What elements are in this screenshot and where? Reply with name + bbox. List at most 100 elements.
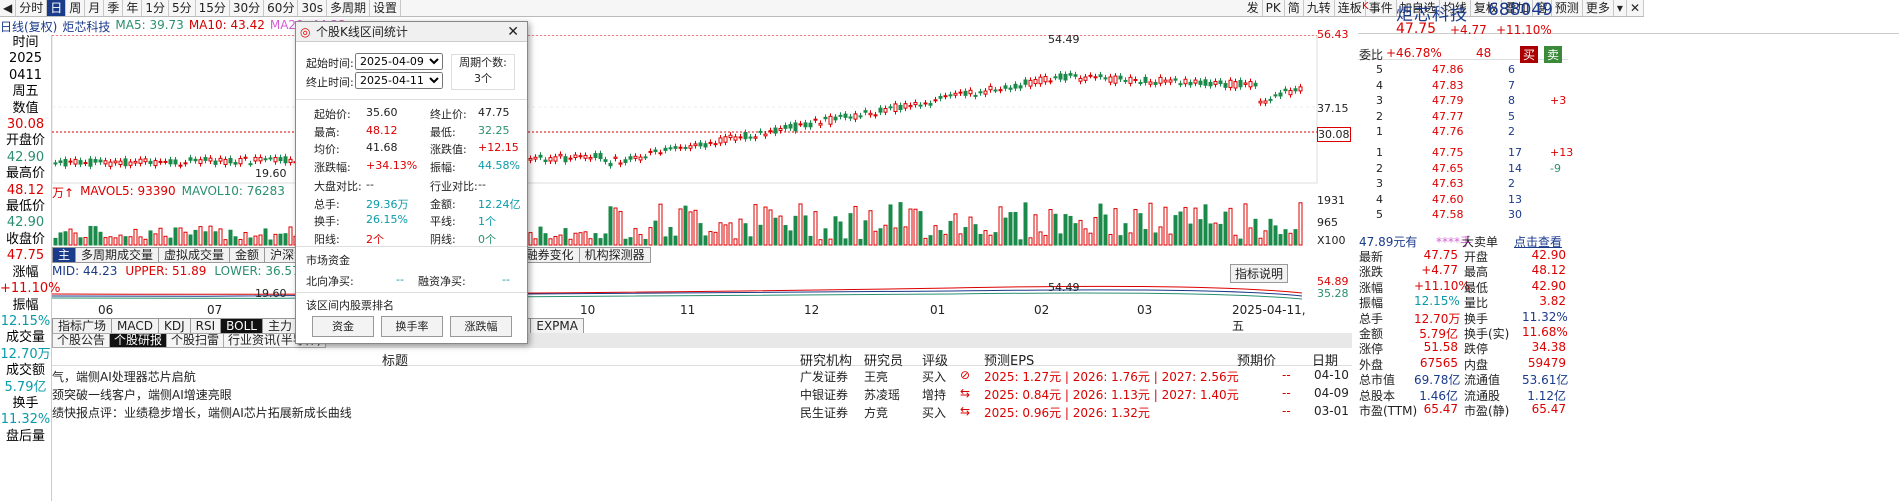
indicator-tab[interactable]: 主力 xyxy=(262,318,299,334)
volume-bar xyxy=(568,238,573,246)
indicator-tab[interactable]: EXPMA xyxy=(530,318,584,334)
chart-mode-label[interactable]: 日线(复权) xyxy=(0,18,57,34)
period-button[interactable]: 日 xyxy=(47,0,67,16)
volume-bar xyxy=(1278,234,1283,246)
volume-bar xyxy=(968,216,973,246)
volume-bar xyxy=(278,233,283,246)
back-icon[interactable]: ◀ xyxy=(0,0,17,16)
info-row: 数值 xyxy=(12,100,39,116)
ask-level[interactable]: 2 47.77 5 xyxy=(1358,110,1568,126)
candle xyxy=(658,152,663,155)
indicator-tab[interactable]: KDJ xyxy=(158,318,191,334)
period-button[interactable]: 15分 xyxy=(196,0,230,16)
candle xyxy=(778,128,783,131)
period-button[interactable]: 5分 xyxy=(169,0,196,16)
col-title: 标题 xyxy=(382,354,409,369)
candle xyxy=(708,141,713,144)
news-row[interactable]: ⇆ 颈突破一线客户，端侧AI增速亮眼 中银证券 苏凌瑶 增持 2025: 0.84元 | … xyxy=(52,386,1352,404)
quote-stat-cell: 59479 xyxy=(1527,355,1566,370)
period-button[interactable]: 月 xyxy=(85,0,105,16)
close-icon[interactable]: ✕ xyxy=(507,22,519,42)
volume-bar xyxy=(1093,217,1098,246)
ask-level[interactable]: 3 47.79 8 +3 xyxy=(1358,94,1568,110)
volume-bar xyxy=(648,227,653,246)
news-row[interactable]: ⊘ 气，端侧AI处理器芯片启航 广发证券 王亮 买入 2025: 1.27元 | 2026… xyxy=(52,368,1352,386)
indicator-tab[interactable]: RSI xyxy=(189,318,222,334)
ask-level[interactable]: 4 47.83 7 xyxy=(1358,79,1568,95)
tool-button[interactable]: 发 xyxy=(1244,0,1263,16)
rank-fund-button[interactable]: 资金 xyxy=(312,316,374,337)
volume-bar xyxy=(638,234,643,246)
volume-bar xyxy=(263,228,268,246)
quote-stat-cell: 34.38 xyxy=(1531,340,1566,355)
start-time-select[interactable]: 2025-04-09 xyxy=(355,53,443,70)
subchart-tab[interactable]: 虚拟成交量 xyxy=(158,247,231,263)
start-time-label: 起始时间: xyxy=(306,57,354,70)
period-button[interactable]: 1分 xyxy=(142,0,169,16)
period-button[interactable]: 分时 xyxy=(16,0,48,16)
volume-bar xyxy=(653,220,658,246)
volume-bar xyxy=(1103,214,1108,246)
volume-bar xyxy=(588,238,593,246)
volume-bar xyxy=(68,228,73,246)
volume-bar xyxy=(533,238,538,246)
indicator-tab[interactable]: MACD xyxy=(111,318,159,334)
candle xyxy=(148,160,153,164)
info-row: 5.79亿 xyxy=(4,379,47,395)
volume-bar xyxy=(1098,203,1103,246)
bid-level[interactable]: 3 47.63 2 xyxy=(1358,177,1568,193)
volume-bar xyxy=(543,233,548,246)
ask-level[interactable]: 1 47.76 2 xyxy=(1358,125,1568,141)
dialog-titlebar[interactable]: ◎ 个股K线区间统计 ✕ xyxy=(296,22,527,42)
period-button[interactable]: 周 xyxy=(66,0,86,16)
rank-change-button[interactable]: 涨跌幅 xyxy=(450,316,512,337)
period-button[interactable]: 30s xyxy=(298,0,327,16)
buy-button[interactable]: 买 xyxy=(1520,46,1539,63)
end-time-select[interactable]: 2025-04-11 xyxy=(355,72,443,89)
subchart-tab[interactable]: 金额 xyxy=(229,247,266,263)
news-tab[interactable]: 个股扫雷 xyxy=(166,333,225,348)
subchart-tab[interactable]: 多周期成交量 xyxy=(75,247,160,263)
volume-bar xyxy=(613,207,618,246)
date-tick: 01 xyxy=(930,303,946,317)
volume-bar xyxy=(798,203,803,246)
news-row[interactable]: ⇆ 绩快报点评：业绩稳步增长，端侧AI芯片拓展新成长曲线 民生证券 方竞 买入 2025:… xyxy=(52,404,1352,422)
volume-bar xyxy=(973,224,978,246)
period-button[interactable]: 60分 xyxy=(264,0,299,16)
bid-level[interactable]: 1 47.75 17 +13 xyxy=(1358,146,1573,162)
volume-bar xyxy=(853,205,858,246)
news-target: -- xyxy=(1282,368,1291,382)
volume-bar xyxy=(1283,229,1288,246)
tool-button[interactable]: 简 xyxy=(1285,0,1304,16)
news-tab[interactable]: 个股研报 xyxy=(109,333,168,348)
volume-bar xyxy=(718,222,723,246)
period-button[interactable]: 设置 xyxy=(370,0,402,16)
info-row: 周五 xyxy=(12,84,39,100)
period-button[interactable]: 多周期 xyxy=(327,0,370,16)
period-button[interactable]: 年 xyxy=(123,0,143,16)
volume-bar xyxy=(1063,214,1068,246)
indicator-tab[interactable]: BOLL xyxy=(220,318,263,334)
bid-level[interactable]: 2 47.65 14 -9 xyxy=(1358,162,1568,178)
tool-button[interactable]: PK xyxy=(1263,0,1285,16)
candle xyxy=(998,89,1003,92)
bid-level[interactable]: 5 47.58 30 xyxy=(1358,208,1568,224)
period-button[interactable]: 季 xyxy=(104,0,124,16)
bid-level[interactable]: 4 47.60 13 xyxy=(1358,193,1568,209)
ask-level[interactable]: 5 47.86 6 xyxy=(1358,63,1568,79)
news-target: -- xyxy=(1282,404,1291,418)
volume-bar xyxy=(1193,207,1198,246)
date-tick: 11 xyxy=(680,303,696,317)
rank-turnover-button[interactable]: 换手率 xyxy=(381,316,443,337)
volume-bar xyxy=(1138,213,1143,246)
subchart-tab[interactable]: 机构探测器 xyxy=(578,247,651,263)
info-row: 最高价 xyxy=(5,166,45,182)
tool-button[interactable]: 九转 xyxy=(1304,0,1335,16)
subchart-tab[interactable]: 主 xyxy=(52,247,77,263)
sell-button[interactable]: 卖 xyxy=(1544,46,1563,63)
volume-bar xyxy=(713,231,718,246)
period-button[interactable]: 30分 xyxy=(230,0,265,16)
news-tab[interactable]: 个股公告 xyxy=(52,333,111,348)
volume-bar xyxy=(1148,202,1153,246)
indicator-tab[interactable]: 指标广场 xyxy=(52,318,113,334)
